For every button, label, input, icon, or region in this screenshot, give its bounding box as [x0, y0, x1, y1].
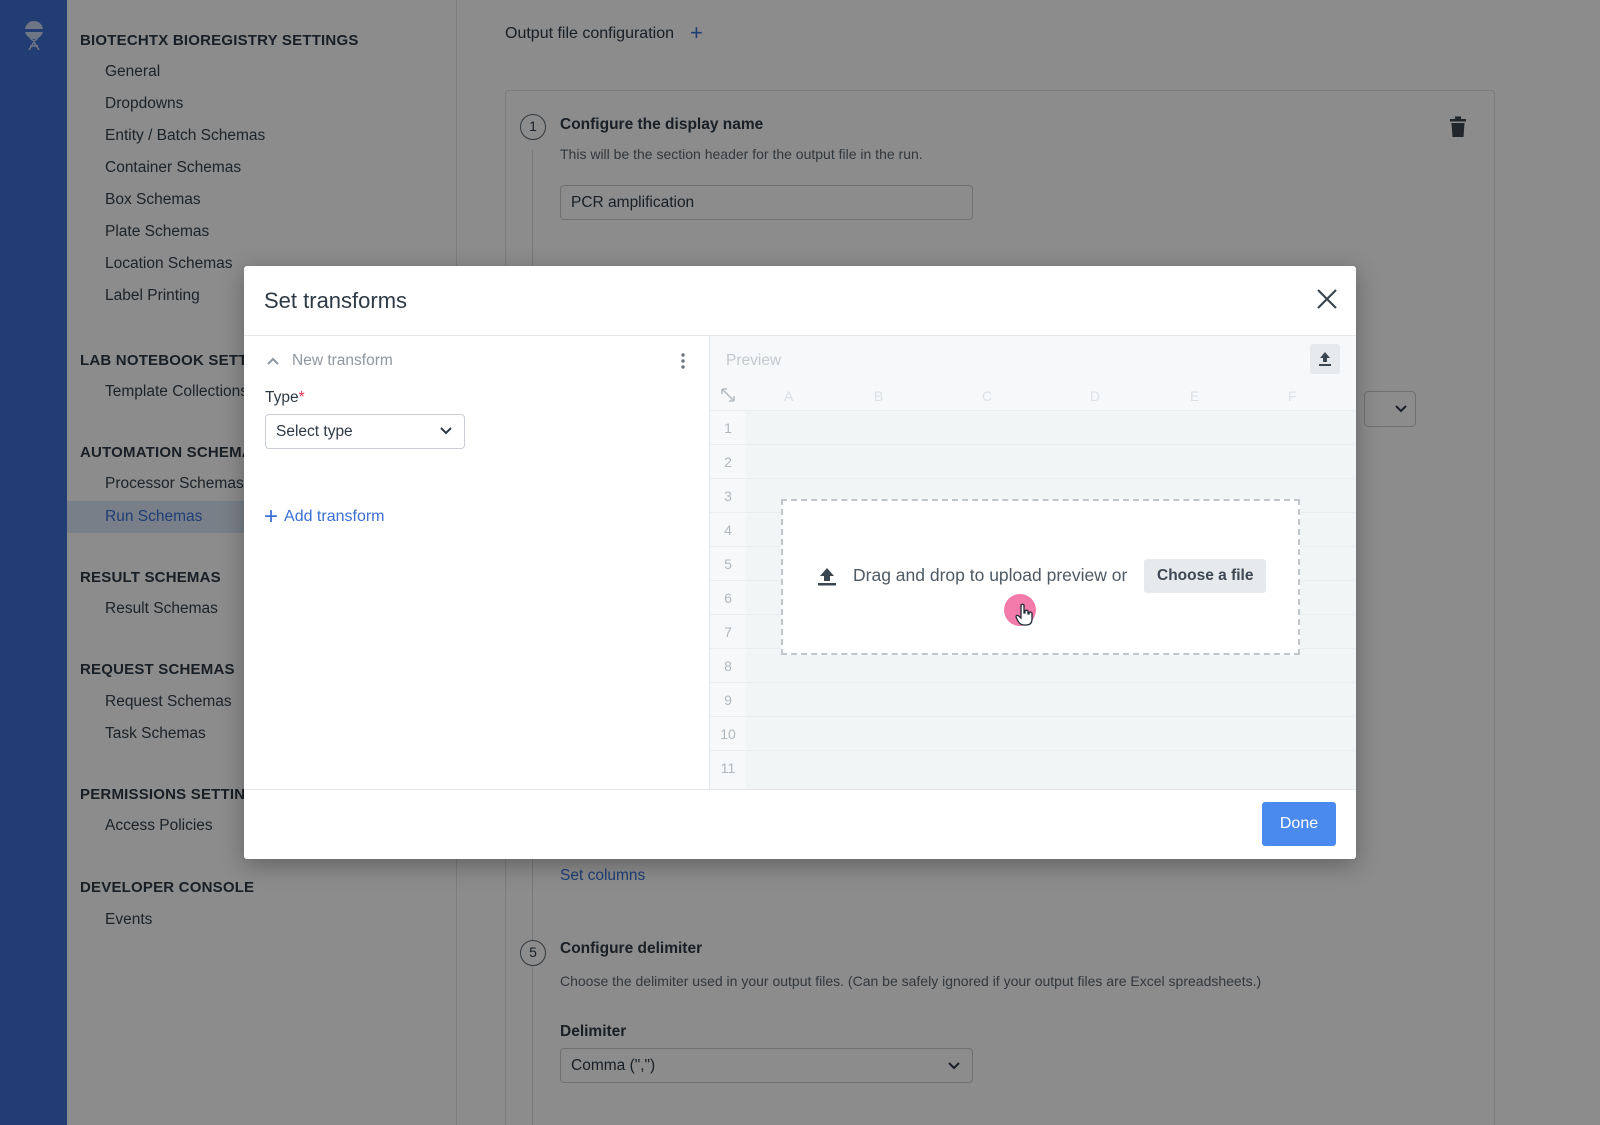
column-header: A: [784, 388, 794, 404]
chevron-down-icon: [440, 427, 452, 435]
add-transform-button[interactable]: + Add transform: [264, 505, 385, 529]
type-label-text: Type: [265, 389, 299, 406]
preview-title: Preview: [726, 352, 782, 369]
row-number: 4: [724, 522, 732, 538]
choose-file-button[interactable]: Choose a file: [1144, 559, 1267, 593]
type-label: Type*: [265, 389, 305, 407]
done-button[interactable]: Done: [1262, 802, 1336, 846]
column-header: E: [1190, 388, 1200, 404]
transform-title[interactable]: New transform: [292, 352, 393, 370]
table-row: 9: [710, 682, 1356, 716]
column-header: D: [1090, 388, 1101, 404]
column-header: B: [874, 388, 884, 404]
row-number: 5: [724, 556, 732, 572]
row-number: 2: [724, 454, 732, 470]
upload-icon: [1319, 352, 1331, 366]
modal-title: Set transforms: [264, 288, 408, 313]
row-number: 7: [724, 624, 732, 640]
row-number: 9: [724, 692, 732, 708]
table-row: 10: [710, 716, 1356, 750]
row-number: 3: [724, 488, 732, 504]
upload-preview-button[interactable]: [1310, 344, 1340, 374]
divider: [244, 789, 1356, 790]
table-row: 2: [710, 444, 1356, 478]
row-number: 1: [724, 420, 732, 436]
upload-icon: [818, 568, 836, 586]
row-number: 8: [724, 658, 732, 674]
chevron-up-icon[interactable]: [266, 354, 280, 368]
hand-cursor-icon: [1015, 603, 1033, 626]
row-number: 11: [720, 760, 736, 776]
table-row: 1: [710, 410, 1356, 444]
close-icon[interactable]: [1316, 288, 1338, 310]
required-mark: *: [298, 389, 305, 406]
dropzone-text: Drag and drop to upload preview or: [853, 565, 1128, 585]
upload-dropzone[interactable]: Drag and drop to upload preview or Choos…: [781, 499, 1300, 655]
table-row: 11: [710, 750, 1356, 784]
row-number: 10: [720, 726, 736, 742]
plus-icon: +: [264, 503, 279, 530]
transforms-pane: New transform Type* Select type + Add tra…: [244, 336, 709, 789]
add-transform-label: Add transform: [284, 508, 385, 525]
more-options-icon[interactable]: [680, 352, 686, 370]
column-header: C: [982, 388, 993, 404]
row-number: 6: [724, 590, 732, 606]
column-header: F: [1288, 388, 1297, 404]
expand-icon[interactable]: [721, 388, 735, 402]
type-select[interactable]: Select type: [265, 414, 465, 449]
type-select-placeholder: Select type: [276, 423, 353, 440]
